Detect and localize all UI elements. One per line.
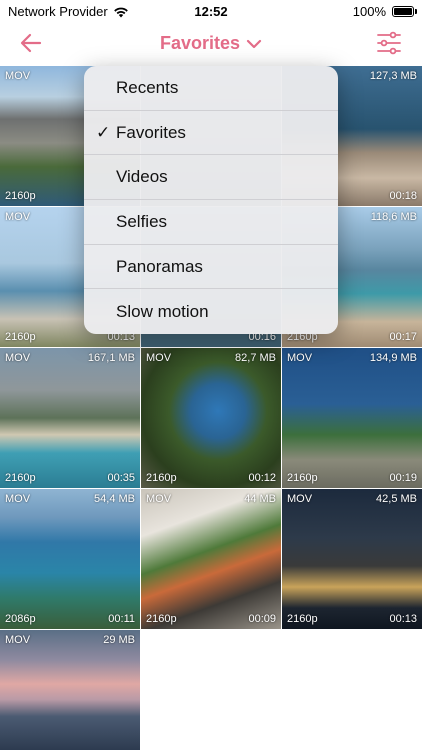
menu-item-selfies[interactable]: Selfies (84, 200, 338, 245)
menu-item-recents[interactable]: Recents (84, 66, 338, 111)
video-file-size: 167,1 MB (87, 352, 135, 364)
video-thumbnail[interactable]: MOV 44 MB 2160p 00:09 (141, 489, 281, 629)
video-duration: 00:35 (107, 472, 135, 484)
video-format: MOV (5, 634, 31, 646)
video-thumbnail[interactable]: MOV 29 MB (0, 630, 140, 750)
video-resolution: 2160p (146, 472, 177, 484)
video-resolution: 2160p (146, 613, 177, 625)
menu-item-label: Selfies (116, 211, 168, 231)
video-thumbnail[interactable]: MOV 82,7 MB 2160p 00:12 (141, 348, 281, 488)
checkmark-icon: ✓ (96, 122, 111, 142)
video-thumbnail[interactable]: MOV 167,1 MB 2160p 00:35 (0, 348, 140, 488)
video-resolution: 2086p (5, 613, 36, 625)
video-file-size: 82,7 MB (235, 352, 276, 364)
video-file-size: 118,6 MB (370, 211, 417, 223)
video-file-size: 44 MB (244, 493, 276, 505)
battery-icon (392, 6, 417, 17)
video-format: MOV (146, 493, 172, 505)
navigation-bar: Favorites (0, 22, 422, 66)
video-file-size: 29 MB (103, 634, 135, 646)
video-resolution: 2160p (5, 331, 36, 343)
video-duration: 00:18 (389, 190, 417, 202)
video-format: MOV (5, 493, 31, 505)
menu-item-label: Recents (116, 77, 179, 97)
video-duration: 00:12 (248, 472, 276, 484)
video-format: MOV (146, 352, 172, 364)
menu-item-panoramas[interactable]: Panoramas (84, 245, 338, 290)
menu-item-label: Favorites (116, 122, 186, 142)
video-duration: 00:17 (389, 331, 417, 343)
video-duration: 00:09 (248, 613, 276, 625)
video-file-size: 127,3 MB (369, 70, 417, 82)
video-thumbnail[interactable]: MOV 54,4 MB 2086p 00:11 (0, 489, 140, 629)
filter-button[interactable] (376, 30, 404, 58)
video-duration: 00:11 (108, 613, 135, 625)
video-file-size: 134,9 MB (369, 352, 417, 364)
video-duration: 00:13 (389, 613, 417, 625)
sliders-icon (377, 31, 401, 55)
status-bar: Network Provider 12:52 100% (0, 0, 422, 22)
video-format: MOV (5, 70, 31, 82)
menu-item-favorites[interactable]: ✓ Favorites (84, 111, 338, 156)
menu-item-videos[interactable]: Videos (84, 155, 338, 201)
album-selector[interactable]: Favorites (0, 33, 422, 54)
battery-status: 100% (352, 4, 417, 19)
menu-item-slow-motion[interactable]: Slow motion (84, 289, 338, 334)
menu-item-label: Panoramas (116, 256, 203, 276)
video-thumbnail[interactable]: MOV 134,9 MB 2160p 00:19 (282, 348, 422, 488)
video-file-size: 54,4 MB (94, 493, 135, 505)
video-resolution: 2160p (5, 190, 36, 202)
video-format: MOV (5, 352, 31, 364)
page-title: Favorites (159, 33, 241, 53)
video-thumbnail[interactable]: MOV 42,5 MB 2160p 00:13 (282, 489, 422, 629)
menu-item-label: Videos (116, 167, 168, 187)
video-duration: 00:19 (389, 472, 417, 484)
video-format: MOV (287, 352, 313, 364)
album-dropdown-menu: Recents ✓ Favorites Videos Selfies Panor… (84, 66, 338, 334)
video-resolution: 2160p (5, 472, 36, 484)
video-format: MOV (5, 211, 31, 223)
menu-item-label: Slow motion (116, 301, 209, 321)
video-resolution: 2160p (287, 472, 318, 484)
video-resolution: 2160p (287, 613, 318, 625)
chevron-down-icon (246, 39, 262, 48)
video-file-size: 42,5 MB (376, 493, 417, 505)
battery-percentage: 100% (352, 4, 386, 19)
video-format: MOV (287, 493, 313, 505)
